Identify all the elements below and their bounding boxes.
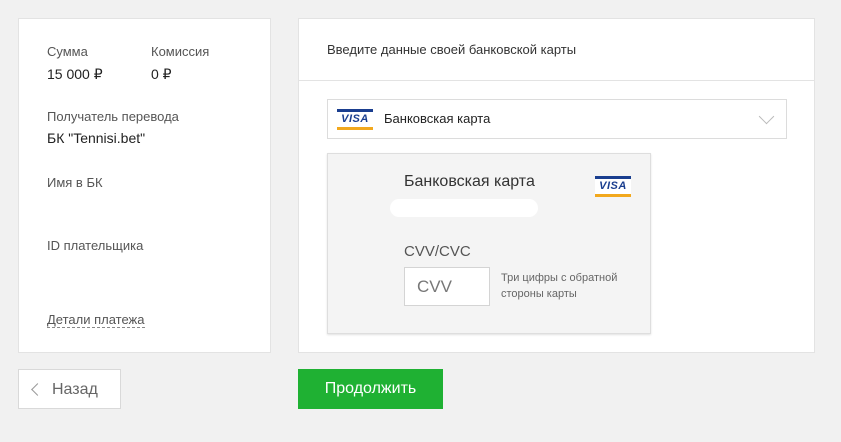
recipient-label: Получатель перевода <box>47 109 179 124</box>
card-form-header: Введите данные своей банковской карты <box>299 19 814 81</box>
card-details-form: Банковская карта VISA CVV/CVC Три цифры … <box>327 153 651 334</box>
bk-name-label: Имя в БК <box>47 175 103 190</box>
fee-label: Комиссия <box>151 44 210 59</box>
amount-label: Сумма <box>47 44 88 59</box>
cvv-input[interactable] <box>404 267 490 306</box>
cvv-label: CVV/CVC <box>404 243 471 260</box>
card-payment-panel: Введите данные своей банковской карты VI… <box>298 18 815 353</box>
back-button[interactable]: Назад <box>18 369 121 409</box>
card-form-title: Введите данные своей банковской карты <box>327 42 577 57</box>
payer-id-label: ID плательщика <box>47 238 144 253</box>
fee-value: 0 ₽ <box>151 66 172 82</box>
back-button-label: Назад <box>52 381 98 398</box>
payment-summary-panel: Сумма 15 000 ₽ Комиссия 0 ₽ Получатель п… <box>18 18 271 353</box>
visa-logo-icon: VISA <box>337 109 373 130</box>
visa-logo-icon: VISA <box>595 176 631 197</box>
payment-method-select[interactable]: VISA Банковская карта <box>327 99 787 139</box>
masked-card-number <box>390 199 538 217</box>
continue-button-label: Продолжить <box>324 380 417 397</box>
continue-button[interactable]: Продолжить <box>298 369 443 409</box>
payment-details-link[interactable]: Детали платежа <box>47 312 145 328</box>
amount-value: 15 000 ₽ <box>47 66 103 82</box>
payment-method-selected-value: Банковская карта <box>384 111 491 126</box>
chevron-down-icon <box>758 108 775 125</box>
recipient-value: БК "Tennisi.bet" <box>47 130 146 146</box>
cvv-hint: Три цифры с обратной стороны карты <box>501 272 618 300</box>
chevron-left-icon <box>31 383 44 396</box>
card-title: Банковская карта <box>404 173 535 190</box>
